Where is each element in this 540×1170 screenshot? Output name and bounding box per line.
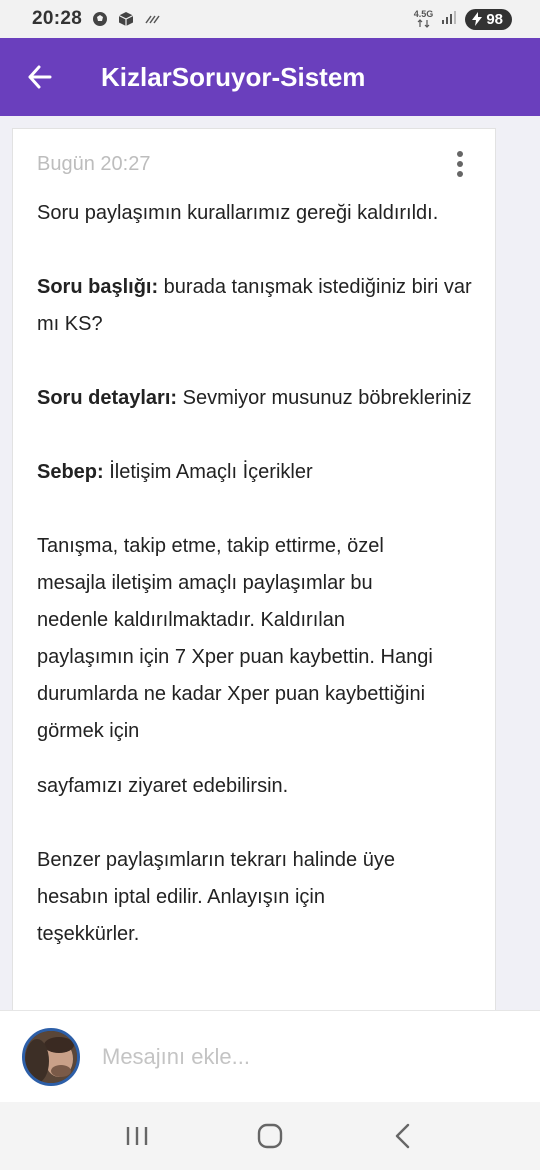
message-timestamp: Bugün 20:27 [37, 153, 151, 175]
page-title: KizlarSoruyor-Sistem [101, 61, 366, 92]
warning-text: Benzer paylaşımların tekrarı halinde üye… [37, 849, 395, 945]
message-composer [0, 1010, 540, 1102]
message-intro: Soru paylaşımın kurallarımız gereği kald… [37, 202, 439, 224]
status-time: 20:28 [32, 8, 83, 29]
more-options-button[interactable] [445, 149, 475, 179]
home-icon [257, 1123, 283, 1149]
question-details-label: Soru detayları: [37, 387, 178, 409]
charging-icon [472, 12, 483, 26]
network-activity-icon [144, 11, 160, 27]
more-vertical-icon-dot [457, 171, 463, 177]
system-nav-bar [0, 1102, 540, 1170]
question-details-line: Soru detayları: Sevmiyor musunuz böbrekl… [37, 380, 477, 417]
box-icon [118, 11, 134, 27]
removal-explanation: Tanışma, takip etme, takip ettirme, özel… [37, 535, 433, 742]
battery-badge: 98 [465, 8, 512, 30]
nav-back-button[interactable] [373, 1106, 433, 1166]
data-arrows-icon [417, 19, 429, 28]
question-title-line: Soru başlığı: burada tanışmak istediğini… [37, 269, 477, 343]
status-bar: 20:28 4.5G 98 [0, 0, 540, 38]
user-photo [25, 1030, 77, 1083]
message-scroll-area[interactable]: Bugün 20:27 Soru paylaşımın kurallarımız… [0, 116, 540, 1010]
network-type: 4.5G [413, 9, 434, 19]
battery-level: 98 [486, 10, 503, 28]
arrow-left-icon [28, 65, 52, 89]
reason-value: İletişim Amaçlı İçerikler [103, 461, 313, 483]
message-body: Soru paylaşımın kurallarımız gereği kald… [37, 195, 477, 953]
status-left: 20:28 [32, 8, 160, 30]
signal-icon [441, 9, 457, 30]
home-button[interactable] [240, 1106, 300, 1166]
network-indicator: 4.5G [413, 9, 434, 28]
football-icon [92, 11, 108, 27]
message-input[interactable] [102, 1043, 502, 1070]
more-vertical-icon-dot [457, 161, 463, 167]
chevron-left-icon [396, 1123, 410, 1149]
question-title-label: Soru başlığı: [37, 276, 159, 298]
recents-icon [126, 1127, 147, 1145]
question-details-value: Sevmiyor musunuz böbrekleriniz [177, 387, 472, 409]
back-button[interactable] [0, 38, 80, 116]
status-right: 4.5G 98 [413, 8, 512, 30]
reason-label: Sebep: [37, 461, 104, 483]
app-bar: KizlarSoruyor-Sistem [0, 38, 540, 116]
message-card: Bugün 20:27 Soru paylaşımın kurallarımız… [12, 128, 496, 1010]
visit-page-text: sayfamızı ziyaret edebilirsin. [37, 775, 289, 797]
more-vertical-icon-dot [457, 151, 463, 157]
recents-button[interactable] [107, 1106, 167, 1166]
avatar[interactable] [22, 1027, 80, 1086]
reason-line: Sebep: İletişim Amaçlı İçerikler [37, 454, 477, 491]
